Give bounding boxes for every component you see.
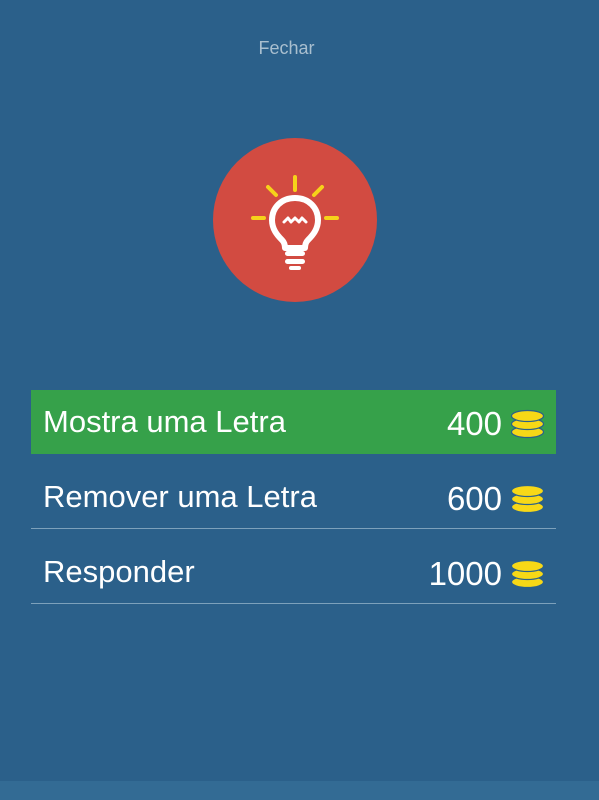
hint-options-list: Mostra uma Letra 400 Remover uma Letra 6…: [31, 390, 556, 604]
price-value: 600: [446, 480, 502, 517]
option-answer[interactable]: Responder 1000: [31, 529, 556, 604]
option-remove-letter[interactable]: Remover uma Letra 600: [31, 454, 556, 529]
price-value: 1000: [428, 555, 502, 592]
close-button[interactable]: Fechar: [0, 37, 573, 59]
option-label: Remover uma Letra: [43, 479, 317, 514]
option-label: Mostra uma Letra: [43, 404, 286, 439]
option-price: 1000: [429, 555, 545, 593]
option-price: 400: [447, 405, 545, 443]
hint-dialog: Fechar Mostra uma Letra 400 Remover uma …: [0, 0, 599, 800]
coins-icon: [510, 409, 545, 439]
option-show-letter[interactable]: Mostra uma Letra 400: [31, 390, 556, 454]
bottom-strip: [0, 781, 599, 800]
option-price: 600: [447, 480, 545, 518]
coins-icon: [510, 559, 545, 589]
coins-icon: [510, 484, 545, 514]
option-label: Responder: [43, 554, 195, 589]
lightbulb-icon: [251, 175, 339, 270]
price-value: 400: [446, 405, 502, 442]
hint-badge: [213, 138, 377, 302]
